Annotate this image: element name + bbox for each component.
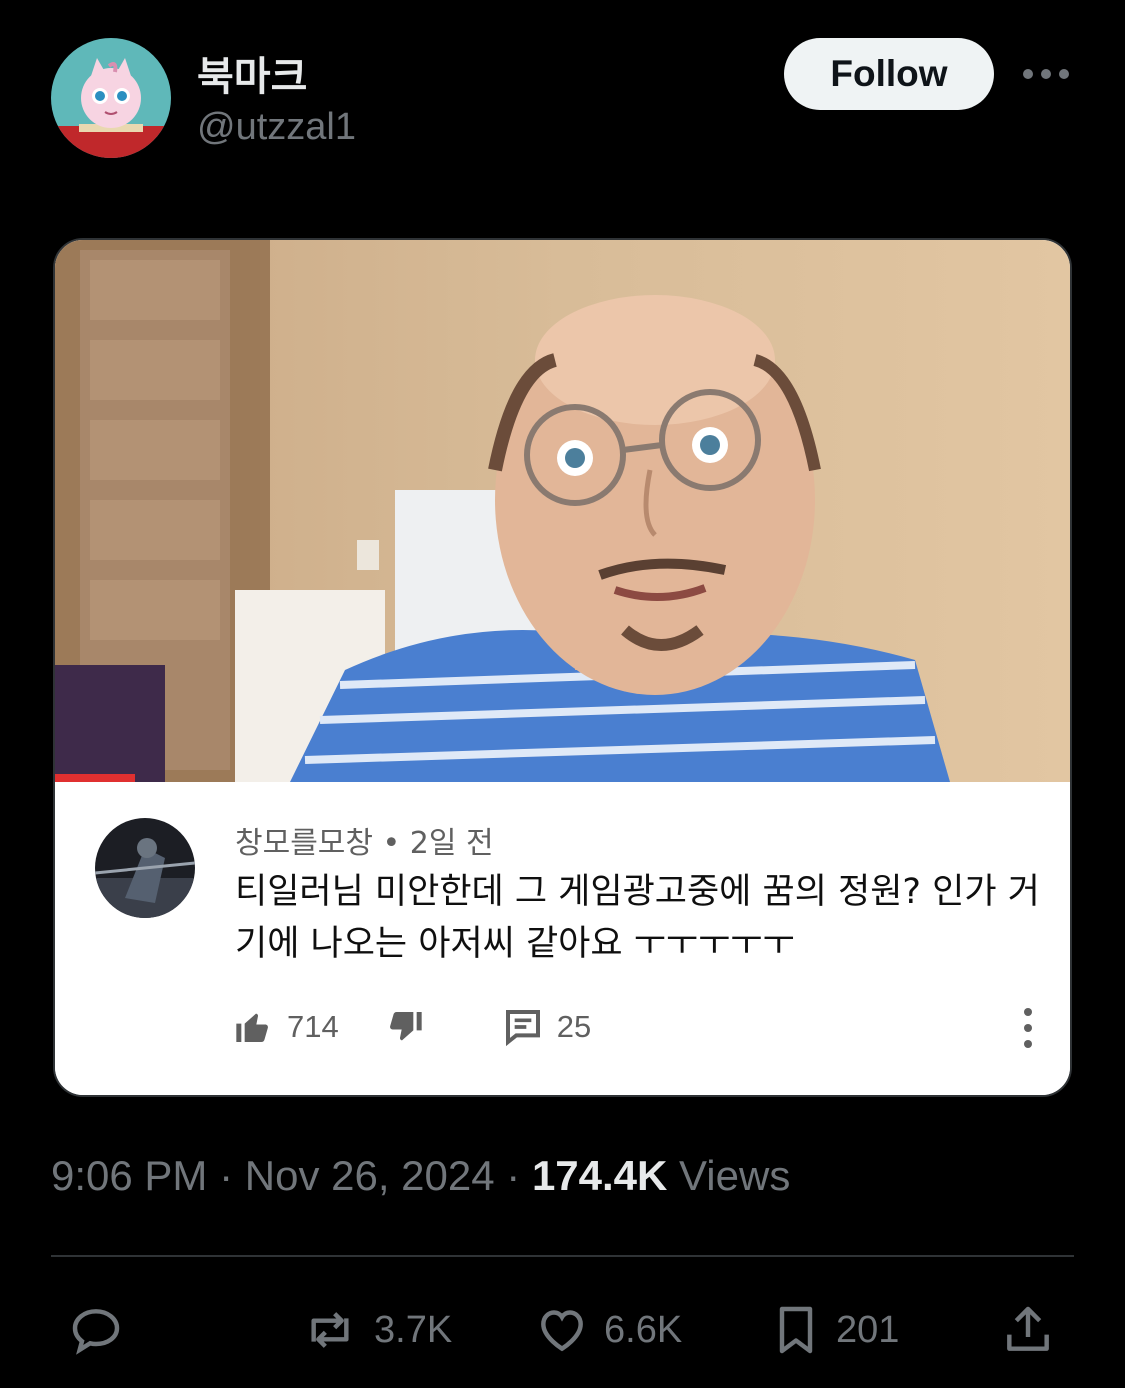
reply-button[interactable] bbox=[66, 1300, 126, 1360]
thumbs-up-icon bbox=[236, 1013, 268, 1042]
more-horizontal-icon bbox=[1023, 69, 1069, 79]
share-icon bbox=[1007, 1306, 1049, 1351]
bookmark-count: 201 bbox=[836, 1308, 900, 1351]
bookmark-button[interactable]: 201 bbox=[768, 1300, 899, 1360]
jigglypuff-avatar-icon bbox=[51, 38, 171, 158]
tweet-timestamp-views: 9:06 PM · Nov 26, 2024 · 174.4K Views bbox=[51, 1152, 790, 1200]
tweet-time[interactable]: 9:06 PM bbox=[51, 1152, 207, 1199]
like-button[interactable]: 6.6K bbox=[532, 1300, 682, 1360]
reply-comment-icon bbox=[505, 1010, 540, 1047]
like-count: 6.6K bbox=[604, 1308, 683, 1351]
reply-icon bbox=[72, 1309, 120, 1355]
thumbs-down-icon bbox=[389, 1012, 422, 1041]
comment-text: 티일러님 미안한데 그 게임광고중에 꿈의 정원? 인가 거기에 나오는 아저씨… bbox=[235, 872, 1040, 964]
divider bbox=[51, 1255, 1074, 1257]
repost-icon bbox=[311, 1312, 349, 1348]
share-button[interactable] bbox=[1000, 1300, 1056, 1360]
separator: · bbox=[494, 1152, 532, 1199]
comment-time-ago: 2일 전 bbox=[409, 826, 494, 861]
heart-icon bbox=[541, 1310, 583, 1352]
comment-username: 창모를모창 bbox=[235, 826, 373, 861]
comment-more-vertical-icon bbox=[1024, 1008, 1032, 1048]
commenter-avatar bbox=[95, 818, 195, 918]
author-avatar[interactable] bbox=[51, 38, 171, 158]
tweet-media-image[interactable]: 창모를모창 • 2일 전 티일러님 미안한데 그 게임광고중에 꿈의 정원? 인… bbox=[53, 238, 1072, 1097]
views-label: Views bbox=[679, 1152, 791, 1199]
author-handle[interactable]: @utzzal1 bbox=[197, 106, 356, 149]
comment-meta-separator: • bbox=[373, 826, 410, 861]
tweet-date[interactable]: Nov 26, 2024 bbox=[245, 1152, 495, 1199]
follow-button[interactable]: Follow bbox=[784, 38, 994, 110]
comment-meta: 창모를모창 • 2일 전 bbox=[235, 818, 494, 862]
comment-like-count: 714 bbox=[287, 1009, 339, 1044]
repost-count: 3.7K bbox=[374, 1308, 453, 1351]
separator: · bbox=[207, 1152, 245, 1199]
repost-button[interactable]: 3.7K bbox=[298, 1300, 452, 1360]
photo-man-with-glasses bbox=[55, 240, 1070, 782]
bookmark-icon bbox=[779, 1306, 813, 1354]
commenter-avatar-icon bbox=[95, 818, 195, 918]
comment-actions: 714 25 bbox=[233, 1002, 591, 1052]
author-display-name[interactable]: 북마크 bbox=[197, 44, 307, 102]
embedded-youtube-comment: 창모를모창 • 2일 전 티일러님 미안한데 그 게임광고중에 꿈의 정원? 인… bbox=[55, 782, 1070, 1095]
comment-reply-count: 25 bbox=[556, 1009, 592, 1044]
views-count: 174.4K bbox=[531, 1152, 668, 1199]
more-options-button[interactable] bbox=[1020, 56, 1072, 92]
